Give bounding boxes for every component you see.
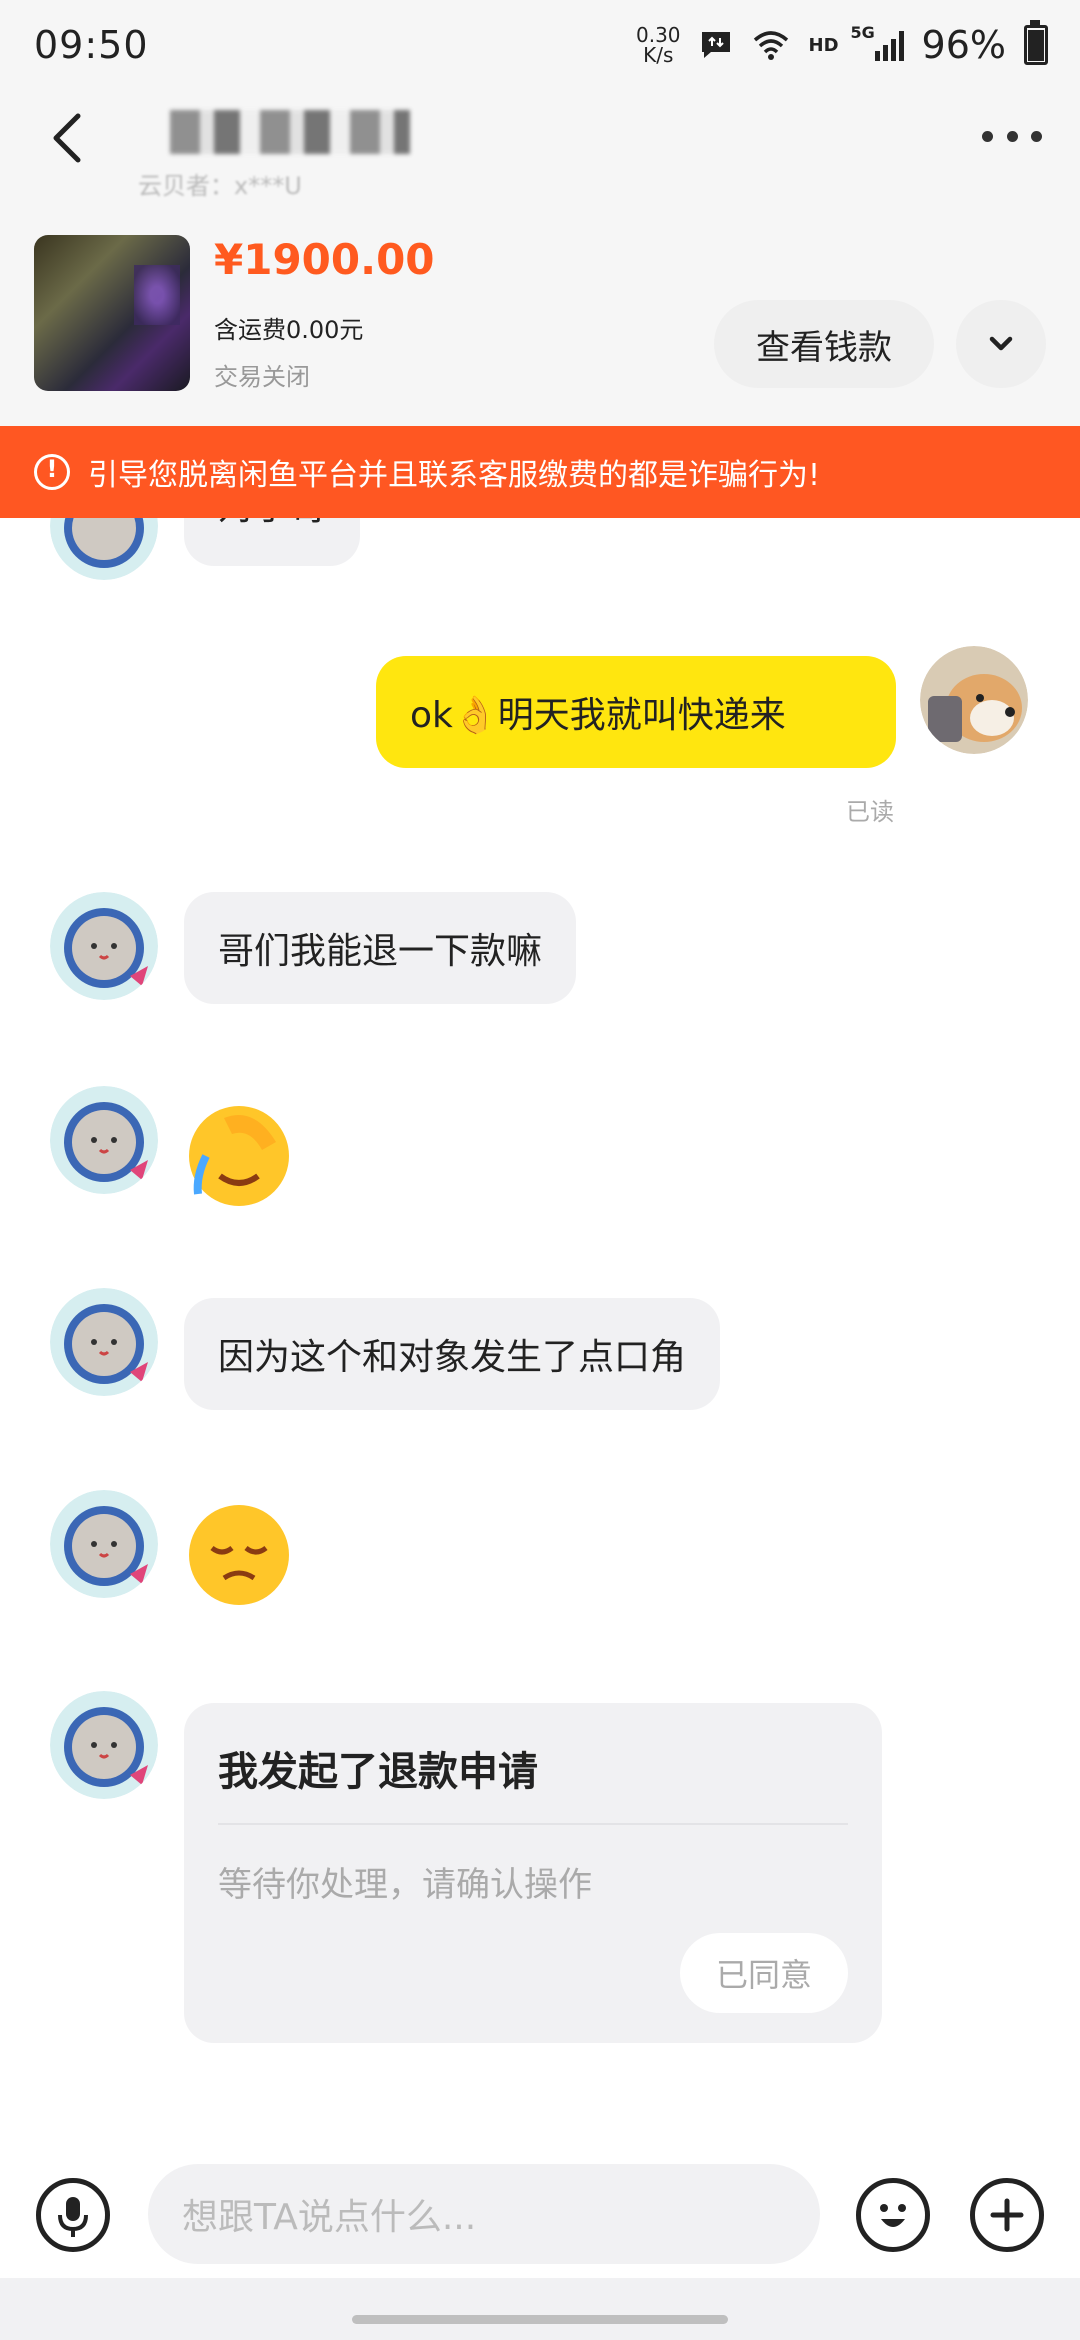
voice-button[interactable] (36, 2178, 110, 2252)
agreed-button[interactable]: 已同意 (680, 1933, 848, 2013)
smiley-icon (880, 2204, 906, 2227)
contact-name-blurred (170, 110, 410, 154)
message-bubble[interactable]: 因为这个和对象发生了点口角 (184, 1298, 721, 1410)
input-bar: 想跟TA说点什么... (0, 2148, 1080, 2278)
message-bubble[interactable]: 哥们我能退一下款嘛 (184, 892, 577, 1004)
net-speed: 0.30 K/s (635, 23, 681, 67)
my-message-bubble[interactable]: ok👌明天我就叫快递来 (376, 656, 896, 768)
my-avatar[interactable] (920, 646, 1028, 754)
emoji-button[interactable] (856, 2178, 930, 2252)
refund-card-desc: 等待你处理，请确认操作 (218, 1865, 592, 1905)
divider (218, 1823, 848, 1825)
chevron-down-icon (989, 336, 1013, 351)
message-notification-icon (701, 32, 730, 58)
clock: 09:50 (34, 23, 149, 67)
status-icons: 0.30 K/s HD 5G 96% (635, 20, 1048, 67)
microphone-icon (58, 2197, 88, 2237)
product-price: ¥1900.00 (214, 235, 435, 284)
more-dot-icon (982, 130, 993, 142)
seller-avatar[interactable] (50, 1691, 158, 1799)
seller-avatar[interactable] (50, 1086, 158, 1194)
battery-percent: 96% (921, 23, 1006, 67)
seller-avatar[interactable] (50, 518, 158, 580)
fraud-warning-banner: 引导您脱离闲鱼平台并且联系客服缴费的都是诈骗行为! (0, 426, 1080, 518)
seller-avatar[interactable] (50, 892, 158, 1000)
hd-label: HD (808, 34, 839, 56)
deal-status: 交易关闭 (214, 363, 310, 391)
warning-text: 引导您脱离闲鱼平台并且联系客服缴费的都是诈骗行为! (88, 458, 821, 493)
more-actions-button[interactable] (970, 2178, 1044, 2252)
product-summary: ¥1900.00 含运费0.00元 交易关闭 查看钱款 (0, 195, 1080, 425)
status-bar: 09:50 0.30 K/s HD 5G 96% (0, 0, 1080, 90)
more-dot-icon (1006, 130, 1018, 142)
chevron-left-icon (53, 113, 81, 163)
plus-icon (990, 2198, 1024, 2232)
more-options-button[interactable] (982, 126, 1042, 146)
signal-icon: 5G (851, 23, 904, 61)
view-money-button[interactable]: 查看钱款 (714, 300, 934, 388)
battery-icon (1024, 20, 1048, 65)
message-bubble[interactable]: 对了哥 (184, 518, 361, 566)
chat-header: 云贝者：x***U (0, 90, 1080, 200)
back-button[interactable] (40, 108, 100, 168)
sad-pensive-emoji-icon (189, 1505, 289, 1605)
message-input[interactable]: 想跟TA说点什么... (148, 2164, 820, 2264)
seller-avatar[interactable] (50, 1288, 158, 1396)
shipping-fee: 含运费0.00元 (214, 316, 364, 344)
facepalm-crying-emoji-icon (189, 1106, 289, 1206)
more-dot-icon (1031, 130, 1042, 142)
message-list[interactable]: 对了哥 ok👌明天我就叫快递来 已读 哥们我能退一下款嘛 因为这个和对象发生了点 (0, 518, 1080, 2148)
seller-avatar[interactable] (50, 1490, 158, 1598)
system-nav-bar (0, 2278, 1080, 2340)
home-indicator[interactable] (352, 2315, 728, 2324)
refund-card-title: 我发起了退款申请 (218, 1749, 538, 1795)
read-receipt: 已读 (846, 798, 894, 826)
alert-icon (34, 454, 70, 490)
product-thumbnail[interactable] (34, 235, 190, 391)
expand-button[interactable] (956, 300, 1046, 388)
refund-request-card[interactable]: 我发起了退款申请 等待你处理，请确认操作 已同意 (184, 1703, 882, 2043)
wifi-icon (753, 31, 788, 60)
